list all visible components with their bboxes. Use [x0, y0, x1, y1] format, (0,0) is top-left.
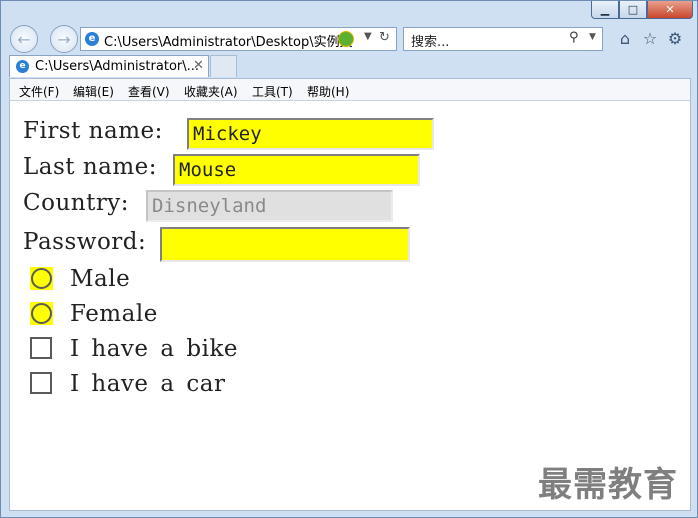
ie-page-icon: e: [85, 32, 99, 46]
settings-gear-icon[interactable]: ⚙: [666, 30, 684, 48]
password-input[interactable]: [160, 227, 410, 262]
page-content: First name: Mickey Last name: Mouse Coun…: [9, 100, 691, 511]
menu-edit[interactable]: 编辑(E): [73, 83, 114, 100]
back-button[interactable]: ←: [10, 25, 38, 53]
radio-female[interactable]: [30, 302, 53, 325]
address-text[interactable]: C:\Users\Administrator\Desktop\实例文: [104, 31, 353, 50]
compatibility-view-icon[interactable]: [338, 31, 354, 47]
arrow-right-icon: →: [57, 29, 71, 49]
first-name-input[interactable]: Mickey: [187, 118, 434, 150]
country-label: Country:: [23, 190, 130, 216]
minimize-button[interactable]: ▁: [591, 1, 619, 19]
search-placeholder[interactable]: 搜索...: [411, 31, 449, 50]
maximize-button[interactable]: □: [619, 1, 647, 19]
new-tab-button[interactable]: [210, 55, 237, 77]
home-icon[interactable]: ⌂: [616, 30, 634, 48]
address-dropdown-icon[interactable]: ▼: [364, 31, 372, 42]
tab-active[interactable]: e C:\Users\Administrator\... ✕: [9, 55, 209, 77]
checkbox-bike[interactable]: [30, 337, 52, 359]
ie-tab-icon: e: [16, 60, 29, 73]
tab-title[interactable]: C:\Users\Administrator\...: [35, 59, 199, 74]
arrow-left-icon: ←: [17, 29, 31, 49]
menu-favorites[interactable]: 收藏夹(A): [184, 83, 238, 100]
menu-view[interactable]: 查看(V): [128, 83, 170, 100]
last-name-label: Last name:: [23, 154, 158, 180]
refresh-icon[interactable]: ↻: [379, 30, 390, 45]
radio-male-label: Male: [70, 266, 131, 292]
address-bar[interactable]: e C:\Users\Administrator\Desktop\实例文 ▼ ↻: [80, 27, 397, 51]
title-bar: ▁ □ ✕: [1, 1, 697, 23]
navigation-bar: ← → e C:\Users\Administrator\Desktop\实例文…: [1, 23, 697, 55]
watermark-text: 最需教育: [538, 465, 678, 505]
window-controls: ▁ □ ✕: [591, 1, 693, 19]
last-name-input[interactable]: Mouse: [173, 154, 420, 186]
checkbox-car-label: I have a car: [70, 371, 226, 397]
password-label: Password:: [23, 229, 147, 255]
checkbox-bike-label: I have a bike: [70, 336, 238, 362]
radio-female-label: Female: [70, 301, 158, 327]
menu-help[interactable]: 帮助(H): [307, 83, 349, 100]
tab-strip: e C:\Users\Administrator\... ✕: [1, 55, 697, 77]
country-input: Disneyland: [146, 190, 393, 222]
menu-file[interactable]: 文件(F): [19, 83, 59, 100]
search-icon[interactable]: ⚲: [569, 30, 579, 45]
search-dropdown-icon[interactable]: ▼: [589, 32, 596, 42]
close-button[interactable]: ✕: [647, 1, 693, 19]
browser-window: ▁ □ ✕ ← → e C:\Users\Administrator\Deskt…: [0, 0, 698, 518]
tab-close-icon[interactable]: ✕: [193, 58, 204, 73]
forward-button[interactable]: →: [50, 25, 78, 53]
radio-male[interactable]: [30, 267, 53, 290]
favorites-star-icon[interactable]: ☆: [641, 30, 659, 48]
menu-bar: 文件(F) 编辑(E) 查看(V) 收藏夹(A) 工具(T) 帮助(H): [9, 78, 691, 100]
menu-tools[interactable]: 工具(T): [252, 83, 293, 100]
first-name-label: First name:: [23, 118, 163, 144]
checkbox-car[interactable]: [30, 372, 52, 394]
search-box[interactable]: 搜索... ⚲ ▼: [403, 27, 603, 51]
